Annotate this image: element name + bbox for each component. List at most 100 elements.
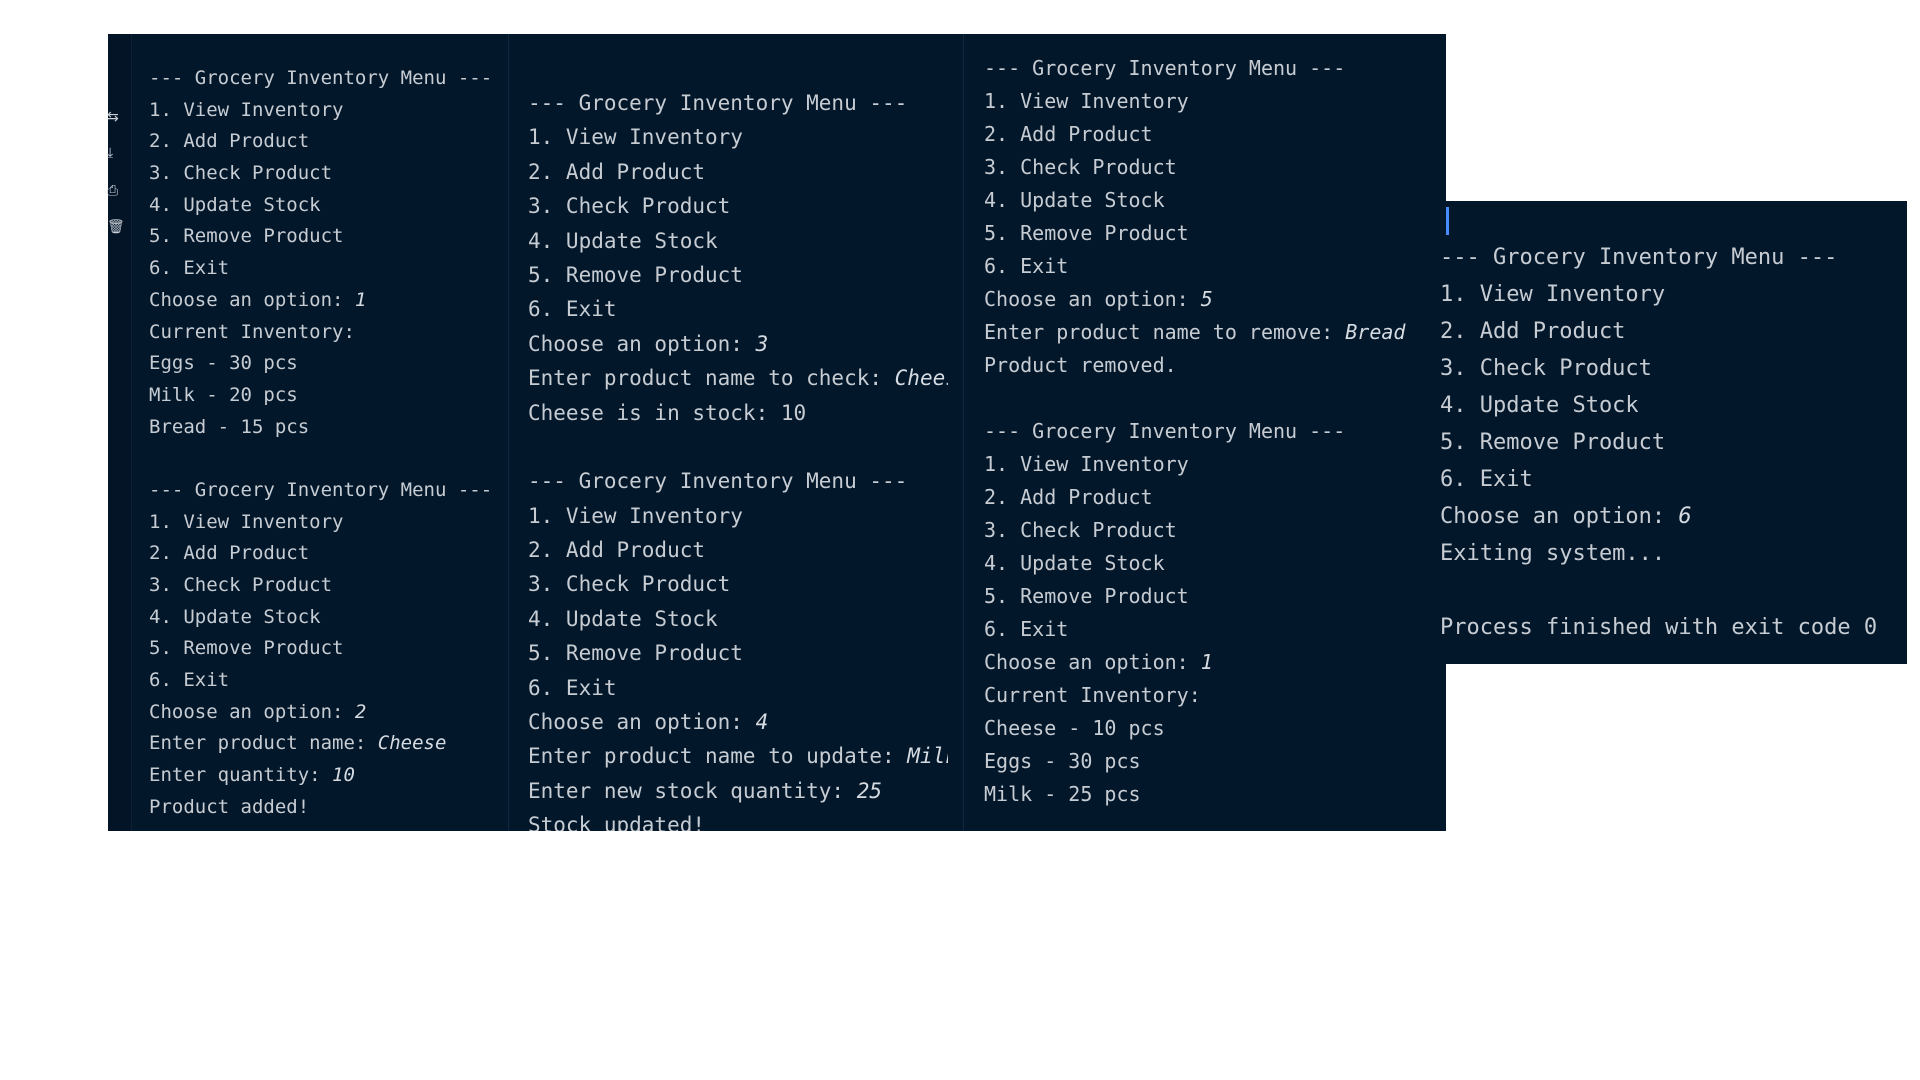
console-line: Enter product name: Cheese bbox=[149, 728, 492, 760]
console-line-text: Milk - 25 pcs bbox=[984, 782, 1141, 806]
console-line: 1. View Inventory bbox=[149, 95, 492, 127]
console-line-text: Stock updated! bbox=[528, 813, 706, 831]
console-line: --- Grocery Inventory Menu --- bbox=[1440, 239, 1877, 276]
console-output-2-viewport: --- Grocery Inventory Menu --- 1. View In… bbox=[512, 34, 948, 831]
console-line: 2. Add Product bbox=[984, 118, 1405, 151]
console-line-text: Enter new stock quantity: bbox=[528, 778, 857, 803]
console-line-text: 2. Add Product bbox=[528, 538, 706, 563]
console-line: 5. Remove Product bbox=[528, 636, 948, 670]
console-line: 6. Exit bbox=[528, 292, 948, 326]
console-line-text: --- Grocery Inventory Menu --- bbox=[149, 478, 493, 501]
console-line: 3. Check Product bbox=[984, 514, 1405, 547]
console-line: 2. Add Product bbox=[149, 126, 492, 158]
console-output-3: --- Grocery Inventory Menu --- 1. View In… bbox=[984, 52, 1405, 811]
console-line: 1. View Inventory bbox=[149, 507, 492, 539]
console-line: 1. View Inventory bbox=[1440, 276, 1877, 313]
console-user-input: 2 bbox=[354, 700, 367, 723]
console-line-text: 6. Exit bbox=[1440, 467, 1533, 492]
console-line: Cheese is in stock: 10 bbox=[528, 396, 948, 430]
console-user-input: Bread bbox=[1345, 320, 1406, 344]
console-line-text: Cheese - 10 pcs bbox=[984, 716, 1165, 740]
console-line: 4. Update Stock bbox=[149, 602, 492, 634]
console-line: Choose an option: 4 bbox=[528, 705, 948, 739]
console-line: Exiting system... bbox=[1440, 535, 1877, 572]
console-line-text: Choose an option: bbox=[1440, 504, 1679, 529]
console-line-text: Enter product name to update: bbox=[528, 744, 908, 769]
download-icon[interactable]: ⤓ bbox=[107, 146, 113, 160]
console-line: 2. Add Product bbox=[149, 538, 492, 570]
console-line-text: 2. Add Product bbox=[528, 159, 706, 184]
console-line-text: 5. Remove Product bbox=[528, 262, 743, 287]
console-line: Current Inventory: bbox=[984, 679, 1405, 712]
console-line-text: 1. View Inventory bbox=[984, 89, 1189, 113]
console-line: 4. Update Stock bbox=[984, 547, 1405, 580]
format-icon[interactable]: ⇆ bbox=[107, 110, 119, 124]
console-line-text: Choose an option: bbox=[149, 700, 355, 723]
console-line-text: --- Grocery Inventory Menu --- bbox=[1440, 245, 1838, 270]
console-line-text: 3. Check Product bbox=[528, 194, 731, 219]
print-icon[interactable]: ⎙ bbox=[107, 184, 118, 198]
console-line-text: 4. Update Stock bbox=[528, 228, 718, 253]
console-line-text: Enter product name to check: bbox=[528, 366, 895, 391]
console-line-text: Choose an option: bbox=[528, 331, 756, 356]
column-divider bbox=[508, 34, 509, 831]
console-line-text: --- Grocery Inventory Menu --- bbox=[149, 67, 493, 89]
console-line: Milk - 25 pcs bbox=[984, 778, 1405, 811]
console-line: 1. View Inventory bbox=[984, 85, 1405, 118]
console-user-input: 1 bbox=[1200, 650, 1213, 674]
trash-icon[interactable]: 🗑 bbox=[107, 220, 125, 234]
console-line: Choose an option: 6 bbox=[1440, 498, 1877, 535]
console-line: Process finished with exit code 0 bbox=[1440, 609, 1877, 646]
console-line: --- Grocery Inventory Menu --- bbox=[984, 415, 1405, 448]
console-line-text: 1. View Inventory bbox=[149, 510, 344, 533]
console-line-text: 6. Exit bbox=[528, 297, 617, 322]
console-line-text: 2. Add Product bbox=[984, 122, 1153, 146]
console-line: 1. View Inventory bbox=[528, 120, 948, 154]
console-line: Enter product name to check: Cheese bbox=[528, 361, 948, 395]
console-line: 2. Add Product bbox=[528, 155, 948, 189]
console-line-text: 6. Exit bbox=[149, 257, 230, 280]
console-line: Current Inventory: bbox=[149, 317, 492, 349]
console-line: 2. Add Product bbox=[528, 533, 948, 567]
console-line-text: Enter product name: bbox=[149, 732, 378, 755]
console-user-input: 3 bbox=[755, 331, 769, 356]
console-line-text: --- Grocery Inventory Menu --- bbox=[984, 419, 1346, 443]
console-line: 3. Check Product bbox=[149, 158, 492, 190]
console-line-text: 1. View Inventory bbox=[528, 503, 743, 528]
console-line-text: Enter product name to remove: bbox=[984, 320, 1346, 344]
console-line-text: 1. View Inventory bbox=[984, 452, 1189, 476]
console-line-text: 6. Exit bbox=[984, 254, 1069, 278]
console-line: 4. Update Stock bbox=[984, 184, 1405, 217]
console-line: --- Grocery Inventory Menu --- bbox=[149, 475, 492, 507]
console-line-text: Cheese is in stock: 10 bbox=[528, 400, 807, 425]
console-line: 4. Update Stock bbox=[528, 224, 948, 258]
console-line-text: Product removed. bbox=[984, 353, 1177, 377]
console-line: Bread - 15 pcs bbox=[149, 412, 492, 444]
console-line-text: 3. Check Product bbox=[149, 162, 333, 185]
console-line: --- Grocery Inventory Menu --- bbox=[149, 63, 492, 95]
console-line: --- Grocery Inventory Menu --- bbox=[528, 86, 948, 120]
console-user-input: Cheese bbox=[377, 732, 447, 755]
console-line-text: 2. Add Product bbox=[149, 542, 310, 565]
console-line-text: 2. Add Product bbox=[1440, 319, 1626, 344]
console-user-input: 5 bbox=[1200, 287, 1213, 311]
console-line-text: 5. Remove Product bbox=[1440, 430, 1666, 455]
column-divider bbox=[963, 34, 964, 831]
console-line: 3. Check Product bbox=[528, 567, 948, 601]
console-line-text: Choose an option: bbox=[984, 650, 1201, 674]
console-line-text: 2. Add Product bbox=[984, 485, 1153, 509]
console-line: 2. Add Product bbox=[1440, 313, 1877, 350]
console-line: Enter new stock quantity: 25 bbox=[528, 774, 948, 808]
console-line-text: 6. Exit bbox=[528, 675, 617, 700]
console-line: 5. Remove Product bbox=[1440, 424, 1877, 461]
console-line-text: 5. Remove Product bbox=[149, 225, 344, 248]
console-line: 5. Remove Product bbox=[528, 258, 948, 292]
console-line-text: 4. Update Stock bbox=[984, 188, 1165, 212]
console-line-text: 5. Remove Product bbox=[984, 221, 1189, 245]
console-line-text: 5. Remove Product bbox=[149, 637, 344, 660]
console-line: 3. Check Product bbox=[1440, 350, 1877, 387]
text-cursor bbox=[1446, 207, 1449, 235]
console-line-text: 4. Update Stock bbox=[149, 193, 321, 216]
